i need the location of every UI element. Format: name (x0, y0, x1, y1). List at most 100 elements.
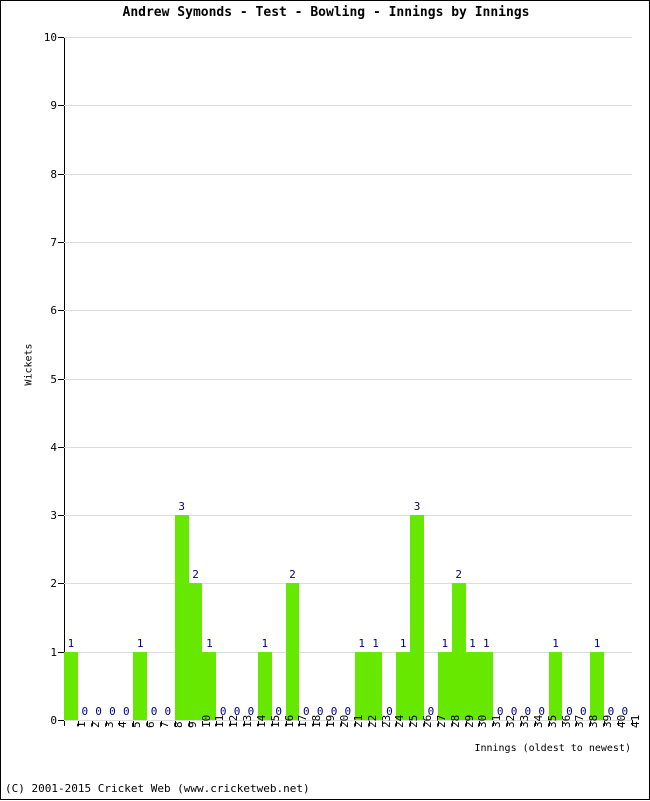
bar (396, 651, 411, 720)
y-tick-label: 1 (50, 645, 57, 659)
x-tick-mark (548, 721, 550, 726)
bar-value-label: 1 (67, 636, 75, 650)
x-tick-mark (160, 721, 162, 726)
x-tick-mark (271, 721, 273, 726)
bar-value-label: 2 (289, 568, 296, 582)
x-tick-mark (534, 721, 536, 726)
chart-title: Andrew Symonds - Test - Bowling - Inning… (122, 5, 530, 20)
gridline (64, 37, 632, 38)
bar (174, 515, 189, 720)
x-tick-mark (576, 721, 578, 726)
y-tick-mark (58, 583, 64, 585)
y-tick-label: 10 (43, 31, 57, 44)
x-tick-mark (244, 721, 245, 726)
x-tick-mark (520, 721, 522, 726)
bar (285, 583, 300, 720)
bar-value-label: 2 (455, 568, 462, 582)
x-tick-mark (604, 721, 606, 726)
y-tick-mark (58, 515, 64, 517)
x-tick-mark (396, 721, 398, 726)
gridline (64, 310, 632, 312)
x-tick-mark (202, 721, 204, 726)
x-tick-mark (340, 721, 342, 726)
gridline (64, 446, 632, 448)
x-tick-mark (188, 721, 190, 726)
y-tick-label: 0 (50, 714, 57, 727)
x-tick-mark (327, 721, 329, 726)
bar (451, 583, 466, 720)
x-tick-mark (368, 721, 370, 726)
y-tick-mark (58, 173, 64, 175)
bar (354, 651, 369, 720)
x-tick-mark (91, 721, 93, 726)
y-tick-label: 3 (50, 509, 57, 523)
plot-area: 1000010032100010200001101301211000010010… (58, 37, 632, 721)
y-tick-label: 5 (50, 372, 57, 386)
y-tick-label: 8 (50, 167, 57, 181)
y-tick-label: 7 (50, 235, 57, 249)
x-tick-mark (382, 721, 384, 726)
x-tick-mark (465, 721, 467, 726)
y-tick-mark (58, 310, 64, 312)
x-axis-title: Innings (oldest to newest) (474, 743, 631, 754)
x-tick-mark (285, 721, 287, 726)
gridline (64, 378, 632, 380)
x-tick-mark (493, 721, 495, 726)
chart-frame: Andrew Symonds - Test - Bowling - Inning… (0, 0, 650, 800)
x-tick-mark (451, 721, 453, 726)
y-tick-mark (58, 241, 64, 243)
y-tick-mark (58, 378, 64, 380)
bar-value-label: 3 (413, 500, 421, 514)
y-tick-label: 9 (50, 99, 57, 113)
x-tick-mark (424, 721, 426, 726)
x-tick-mark (617, 721, 619, 726)
gridline (64, 583, 632, 585)
gridline (64, 105, 632, 107)
bar-value-label: 1 (552, 636, 559, 650)
y-tick-mark (58, 446, 64, 448)
x-tick-mark (216, 721, 218, 726)
x-tick-mark (133, 721, 135, 726)
x-tick-mark (230, 721, 232, 726)
bar-value-label: 1 (261, 636, 269, 650)
bar (410, 515, 425, 720)
x-tick-mark (174, 721, 176, 726)
bar (188, 583, 203, 720)
x-tick-mark (410, 721, 412, 726)
x-tick-mark (590, 721, 592, 726)
bar-value-label: 1 (483, 636, 490, 650)
x-tick-mark (479, 721, 481, 726)
x-tick-mark (354, 721, 356, 726)
y-tick-label: 4 (50, 440, 57, 454)
gridline (64, 515, 632, 517)
x-tick-mark (437, 721, 439, 726)
bar-value-label: 1 (593, 636, 601, 650)
gridline (64, 241, 632, 243)
y-tick-mark (58, 37, 64, 38)
bar-value-label: 1 (136, 636, 144, 650)
bar (437, 651, 452, 720)
y-tick-mark (58, 105, 64, 107)
x-tick-mark (64, 721, 65, 726)
x-tick-mark (299, 721, 301, 726)
x-tick-mark (562, 721, 564, 726)
gridline (64, 173, 632, 175)
bar-value-label: 1 (372, 636, 379, 650)
bar (465, 651, 480, 720)
x-tick-mark (77, 721, 79, 726)
x-tick-mark (631, 721, 633, 726)
x-tick-mark (147, 721, 149, 726)
gridline (64, 651, 632, 653)
x-tick-mark (257, 721, 259, 726)
bar-value-label: 1 (206, 636, 213, 650)
footer-copyright: (C) 2001-2015 Cricket Web (www.cricketwe… (5, 782, 310, 795)
x-tick-mark (507, 721, 509, 726)
y-tick-label: 6 (50, 304, 57, 318)
x-tick-mark (119, 721, 121, 726)
x-tick-mark (313, 721, 315, 726)
x-tick-mark (105, 721, 107, 726)
y-tick-label: 2 (50, 577, 57, 591)
y-axis-title: Wickets (23, 343, 35, 386)
bar-value-label: 3 (178, 500, 185, 514)
bar-value-label: 2 (192, 568, 199, 582)
